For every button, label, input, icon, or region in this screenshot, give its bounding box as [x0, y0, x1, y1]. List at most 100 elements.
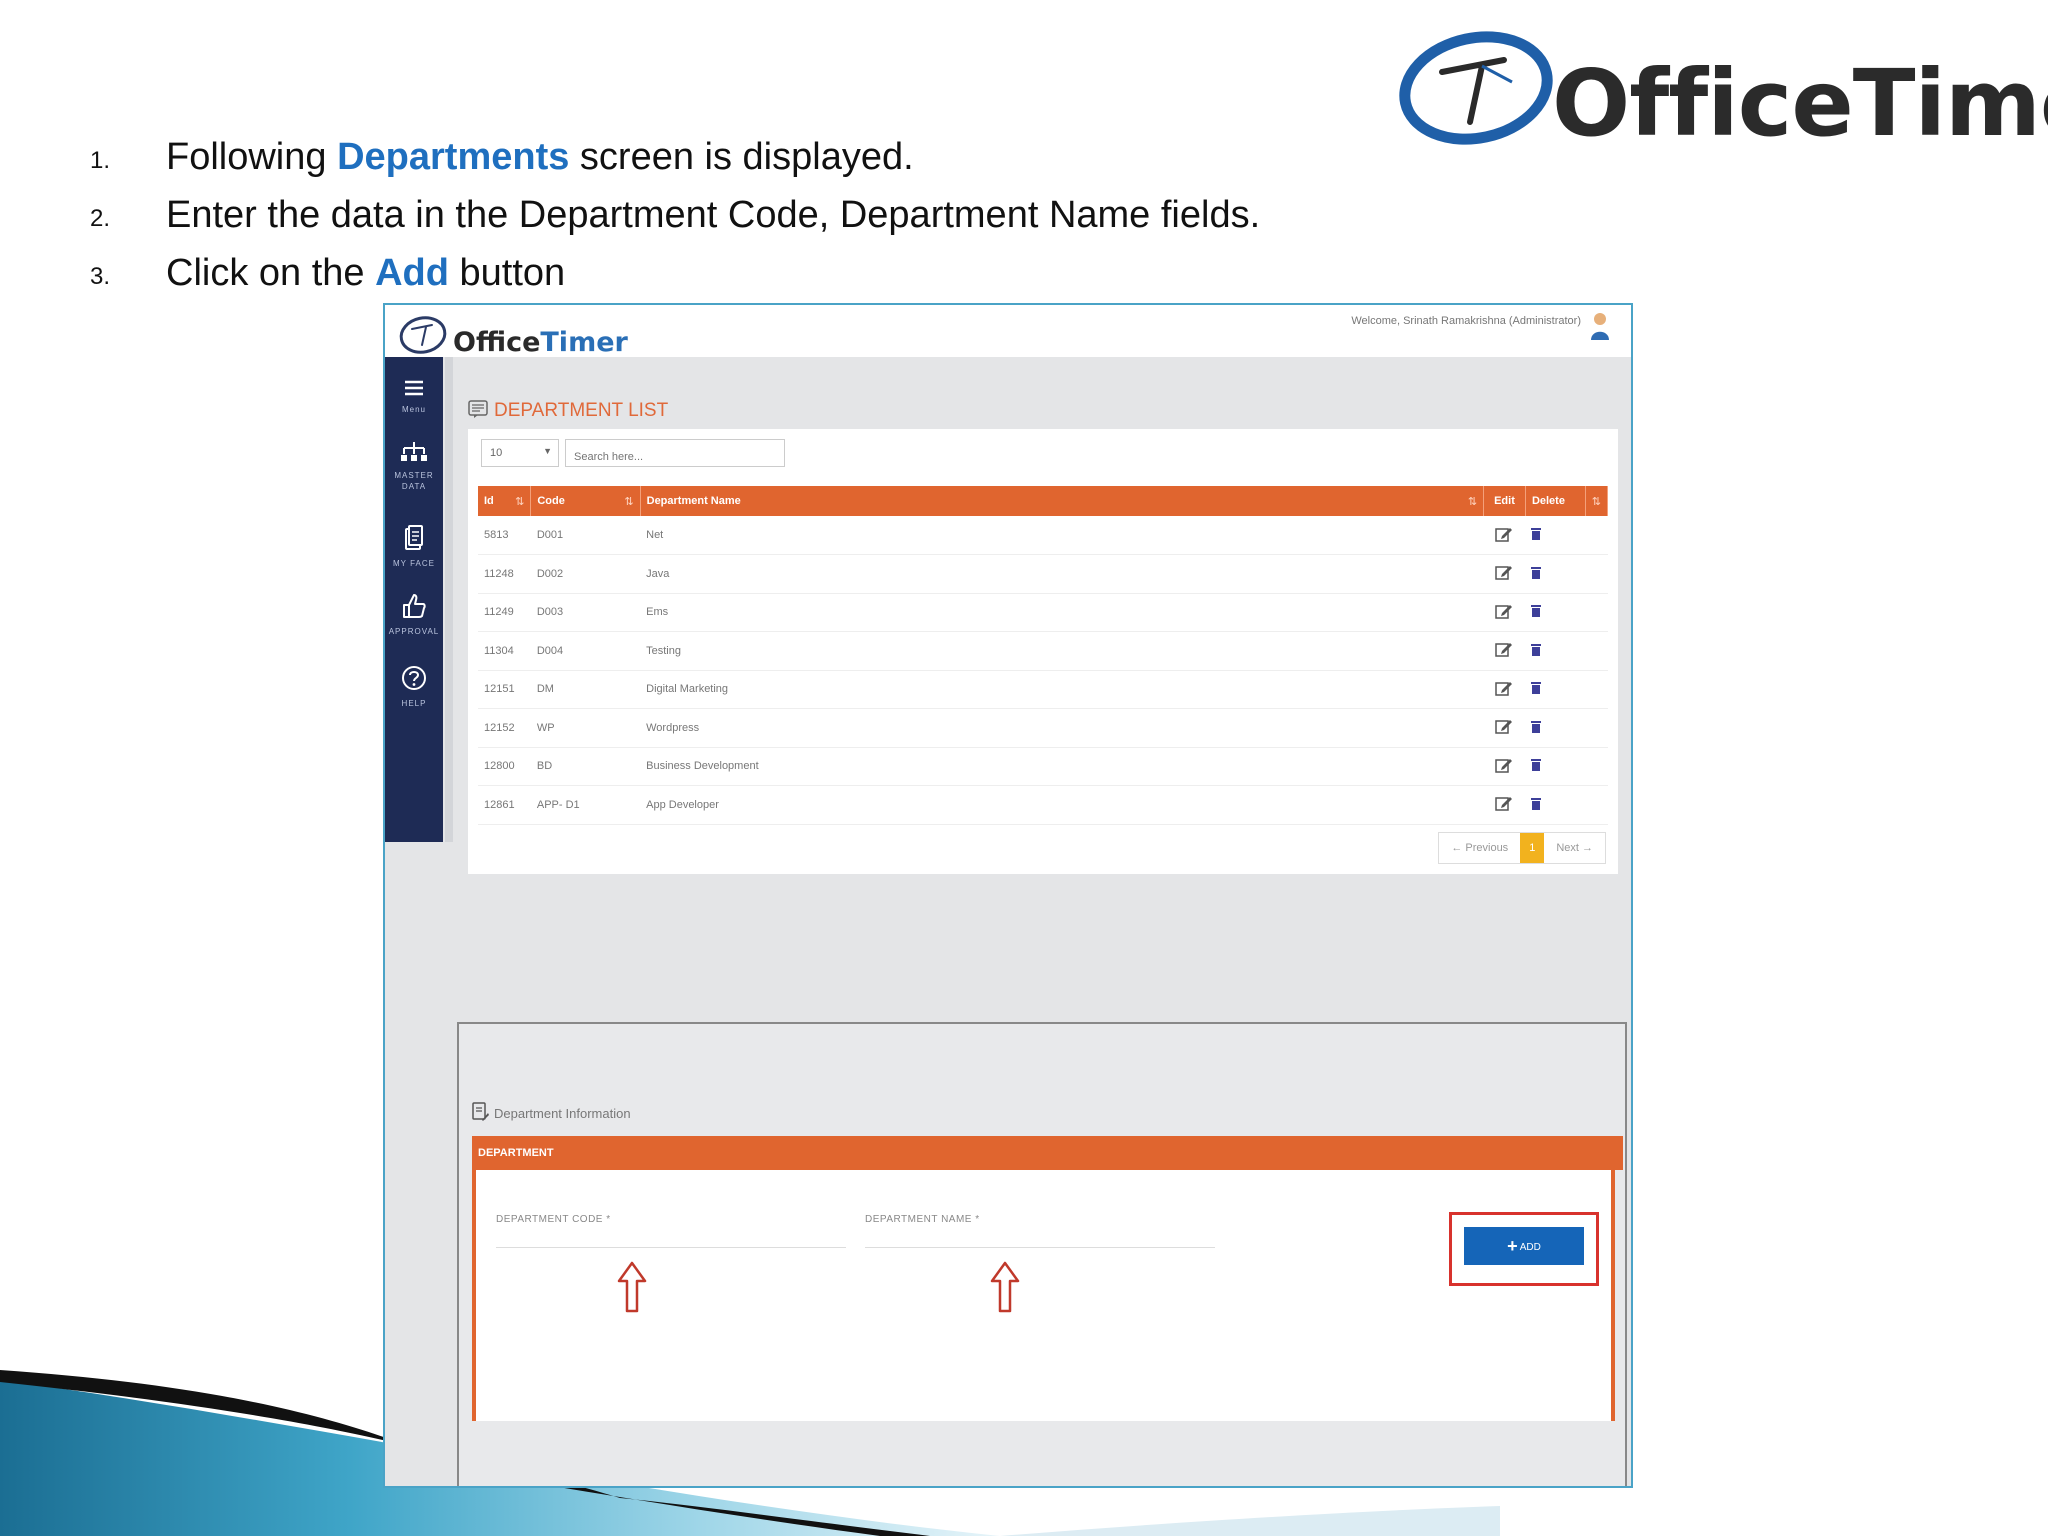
sort-icon: ⇅ [515, 495, 525, 508]
previous-page-button[interactable]: ← Previous [1439, 833, 1520, 863]
step-number: 1. [90, 147, 111, 174]
page-length-select[interactable]: 10 ▼ [481, 439, 559, 467]
table-row[interactable]: 12861 APP- D1 App Developer [478, 785, 1608, 825]
edit-icon[interactable] [1483, 747, 1526, 786]
table-header-row: Id ⇅ Code ⇅ Department Name ⇅ Edit Delete ⇅ [478, 486, 1609, 516]
column-header-code[interactable]: Code ⇅ [530, 486, 641, 516]
delete-icon[interactable] [1525, 670, 1586, 709]
cell-name: App Developer [640, 785, 1484, 825]
nav-approval[interactable]: APPROVAL [385, 593, 443, 637]
department-name-input[interactable] [865, 1247, 1215, 1248]
cell-code: D003 [530, 593, 641, 632]
app-screenshot: OfficeTimer Welcome, Srinath Ramakrishna… [383, 303, 1633, 1488]
delete-icon[interactable] [1525, 747, 1586, 786]
edit-icon[interactable] [1483, 785, 1526, 825]
app-logo[interactable]: OfficeTimer [397, 311, 628, 362]
pagination: ← Previous 1 Next → [1438, 832, 1606, 864]
column-header-department-name[interactable]: Department Name ⇅ [640, 486, 1485, 516]
nav-master-data[interactable]: MASTER DATA [385, 441, 443, 492]
officetimer-wordmark: OfficeTimer [1552, 50, 2048, 157]
welcome-text: Welcome, Srinath Ramakrishna (Administra… [1351, 315, 1581, 327]
next-page-button[interactable]: Next → [1544, 833, 1605, 863]
table-row[interactable]: 11249 D003 Ems [478, 593, 1608, 632]
step-3: 3. Click on the Add button [86, 244, 1386, 302]
cell-id: 11248 [478, 554, 531, 594]
cell-id: 12152 [478, 708, 531, 748]
caret-down-icon: ▼ [543, 446, 552, 456]
delete-icon[interactable] [1525, 516, 1586, 555]
table-row[interactable]: 5813 D001 Net [478, 516, 1608, 555]
app-header: OfficeTimer Welcome, Srinath Ramakrishna… [385, 305, 1631, 357]
add-button-highlight: + ADD [1449, 1212, 1599, 1286]
thumbs-up-icon [403, 594, 426, 618]
delete-icon[interactable] [1525, 631, 1586, 671]
department-form: DEPARTMENT DEPARTMENT CODE * DEPARTMENT … [472, 1136, 1623, 1421]
sort-icon: ⇅ [1591, 495, 1601, 508]
current-page-button[interactable]: 1 [1520, 833, 1545, 863]
nav-label: HELP [401, 699, 427, 708]
department-info-title: Department Information [472, 1102, 631, 1122]
department-code-field[interactable]: DEPARTMENT CODE * [496, 1214, 846, 1248]
step-text: Enter the data in the Department Code, D… [166, 194, 1261, 236]
menu-icon [405, 380, 423, 396]
cell-code: D001 [530, 516, 641, 555]
delete-icon[interactable] [1525, 593, 1586, 632]
department-name-field[interactable]: DEPARTMENT NAME * [865, 1214, 1215, 1248]
column-header-delete: Delete [1525, 486, 1586, 516]
edit-icon[interactable] [1483, 670, 1526, 709]
edit-icon[interactable] [1483, 631, 1526, 671]
nav-my-face[interactable]: MY FACE [385, 525, 443, 569]
edit-icon[interactable] [1483, 516, 1526, 555]
edit-document-icon [472, 1102, 489, 1121]
search-input[interactable] [565, 439, 785, 467]
sort-icon: ⇅ [1467, 495, 1478, 508]
app-body: Menu MASTER DATA MY FACE APPROVAL HELP D… [385, 357, 1631, 1486]
cell-id: 5813 [478, 516, 531, 555]
delete-icon[interactable] [1525, 785, 1586, 825]
step-number: 2. [90, 205, 111, 232]
cell-name: Net [640, 516, 1484, 555]
nav-label: Menu [401, 405, 426, 414]
table-row[interactable]: 12151 DM Digital Marketing [478, 670, 1608, 709]
cell-id: 11304 [478, 631, 531, 671]
department-table: Id ⇅ Code ⇅ Department Name ⇅ Edit Delete ⇅… [478, 486, 1609, 825]
help-icon [402, 666, 426, 690]
clock-logo-icon [399, 316, 447, 354]
edit-icon[interactable] [1483, 554, 1526, 594]
delete-icon[interactable] [1525, 554, 1586, 594]
column-header-id[interactable]: Id ⇅ [478, 486, 532, 516]
cell-name: Business Development [640, 747, 1484, 786]
table-row[interactable]: 11304 D004 Testing [478, 631, 1608, 671]
edit-icon[interactable] [1483, 708, 1526, 748]
add-button[interactable]: + ADD [1464, 1227, 1584, 1265]
plus-icon: + [1507, 1235, 1518, 1256]
column-header-edit: Edit [1483, 486, 1526, 516]
department-list-card: 10▼ Id⇅ Code⇅ Department Name⇅ Edit Dele… [468, 429, 1618, 874]
user-avatar-icon[interactable] [1589, 311, 1611, 341]
instruction-list: 1. Following Departments screen is displ… [86, 128, 1386, 302]
department-info-panel: Department Information DEPARTMENT DEPART… [457, 1022, 1627, 1486]
app-wordmark: OfficeTimer [453, 327, 628, 358]
department-form-header: DEPARTMENT [472, 1136, 1623, 1170]
nav-label: MASTER DATA [394, 471, 434, 491]
nav-help[interactable]: HELP [385, 665, 443, 709]
cell-name: Wordpress [640, 708, 1484, 748]
department-code-input[interactable] [496, 1247, 846, 1248]
side-nav: Menu MASTER DATA MY FACE APPROVAL HELP [385, 357, 443, 842]
clock-logo-icon [1399, 31, 1553, 145]
table-row[interactable]: 12152 WP Wordpress [478, 708, 1608, 748]
cell-code: DM [530, 670, 641, 709]
table-row[interactable]: 12800 BD Business Development [478, 747, 1608, 786]
cell-name: Testing [640, 631, 1484, 671]
step-2: 2. Enter the data in the Department Code… [86, 186, 1386, 244]
edit-icon[interactable] [1483, 593, 1526, 632]
nav-menu[interactable]: Menu [385, 379, 443, 415]
delete-icon[interactable] [1525, 708, 1586, 748]
department-name-label: DEPARTMENT NAME * [865, 1214, 980, 1225]
cell-code: APP- D1 [530, 785, 641, 825]
arrow-up-icon [617, 1261, 647, 1313]
cell-code: WP [530, 708, 641, 748]
table-row[interactable]: 11248 D002 Java [478, 554, 1608, 594]
add-highlight: Add [375, 252, 449, 294]
cell-id: 11249 [478, 593, 531, 632]
